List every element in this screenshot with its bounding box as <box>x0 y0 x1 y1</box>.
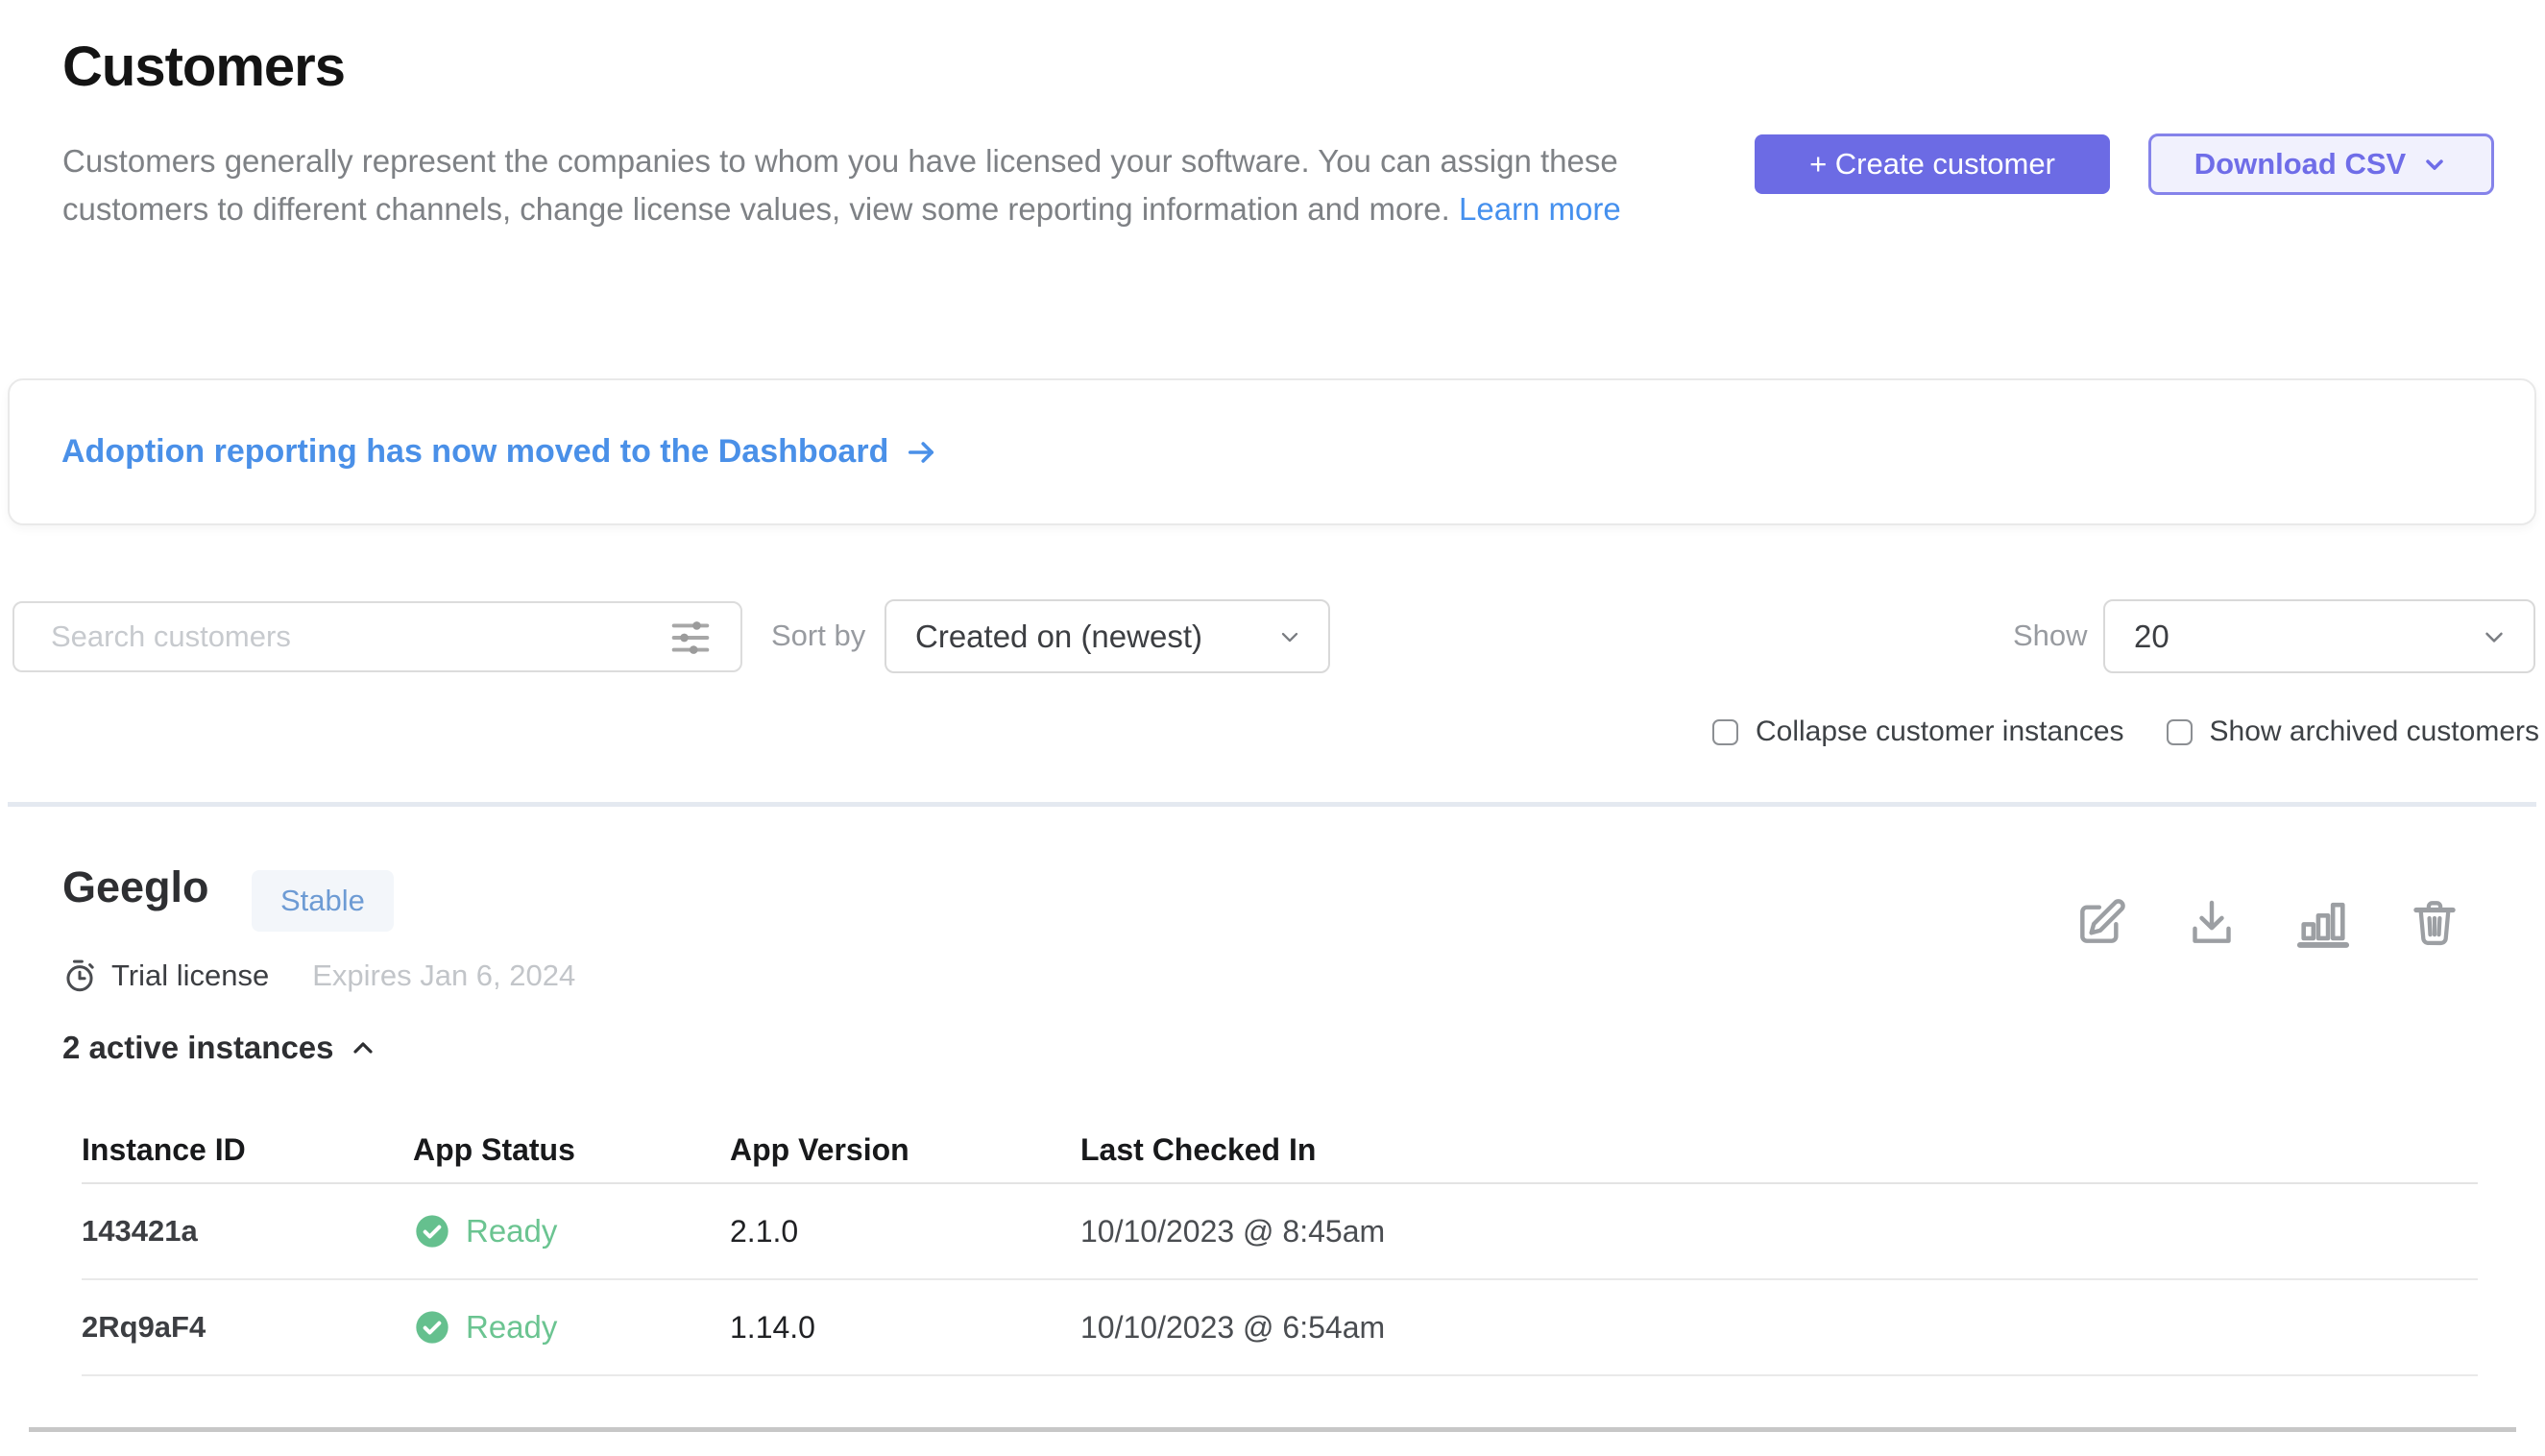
last-checked-in: 10/10/2023 @ 8:45am <box>1080 1214 2478 1250</box>
bar-chart-icon <box>2295 895 2351 951</box>
sort-select-value: Created on (newest) <box>915 619 1202 655</box>
app-version: 1.14.0 <box>730 1310 1080 1346</box>
reporting-button[interactable] <box>2295 895 2351 951</box>
arrow-right-icon <box>904 435 938 470</box>
page-description: Customers generally represent the compan… <box>62 137 1695 233</box>
chevron-down-icon <box>2421 151 2448 178</box>
table-row[interactable]: 2Rq9aF4 Ready 1.14.0 10/10/2023 @ 6:54am <box>82 1280 2478 1376</box>
instances-toggle-label: 2 active instances <box>62 1030 334 1066</box>
delete-customer-button[interactable] <box>2407 895 2462 951</box>
show-label: Show <box>2013 619 2088 653</box>
table-row[interactable]: 143421a Ready 2.1.0 10/10/2023 @ 8:45am <box>82 1184 2478 1280</box>
app-status: Ready <box>413 1308 730 1347</box>
download-customer-button[interactable] <box>2184 895 2240 951</box>
card-divider <box>29 1427 2516 1432</box>
show-archived-label: Show archived customers <box>2210 716 2539 748</box>
chevron-down-icon <box>2480 622 2509 651</box>
collapse-instances-label: Collapse customer instances <box>1756 716 2124 748</box>
check-circle-icon <box>413 1308 451 1347</box>
instance-id: 143421a <box>82 1214 413 1249</box>
col-last-checked-in: Last Checked In <box>1080 1132 2478 1168</box>
list-options-row: Collapse customer instances Show archive… <box>1712 716 2539 748</box>
license-expiry: Expires Jan 6, 2024 <box>312 959 575 993</box>
col-instance-id: Instance ID <box>82 1132 413 1168</box>
download-csv-label: Download CSV <box>2194 147 2406 182</box>
app-status-label: Ready <box>466 1309 557 1346</box>
chevron-down-icon <box>1276 623 1303 650</box>
trash-icon <box>2409 897 2460 949</box>
search-customers-input[interactable] <box>12 601 742 672</box>
show-archived-checkbox-group[interactable]: Show archived customers <box>2167 716 2539 748</box>
chevron-up-icon <box>348 1032 378 1063</box>
customer-name[interactable]: Geeglo <box>62 862 209 912</box>
adoption-banner: Adoption reporting has now moved to the … <box>8 378 2536 525</box>
sort-select[interactable]: Created on (newest) <box>885 599 1330 673</box>
instances-toggle[interactable]: 2 active instances <box>62 1030 378 1066</box>
filter-sliders-icon[interactable] <box>666 613 715 663</box>
show-archived-checkbox[interactable] <box>2167 719 2193 745</box>
search-customers-wrap <box>12 601 742 672</box>
instance-table-header: Instance ID App Status App Version Last … <box>82 1117 2478 1184</box>
app-status-label: Ready <box>466 1213 557 1250</box>
download-csv-button[interactable]: Download CSV <box>2148 133 2494 195</box>
section-divider <box>8 802 2536 807</box>
learn-more-link[interactable]: Learn more <box>1459 191 1621 227</box>
customers-page: Customers Customers generally represent … <box>0 0 2545 1456</box>
customer-actions <box>2072 895 2462 951</box>
create-customer-button[interactable]: + Create customer <box>1755 134 2110 194</box>
stopwatch-icon <box>61 958 98 994</box>
show-select[interactable]: 20 <box>2103 599 2535 673</box>
app-version: 2.1.0 <box>730 1214 1080 1250</box>
last-checked-in: 10/10/2023 @ 6:54am <box>1080 1310 2478 1346</box>
download-icon <box>2185 896 2239 950</box>
sort-by-label: Sort by <box>771 619 865 653</box>
page-description-text: Customers generally represent the compan… <box>62 143 1618 227</box>
license-type: Trial license <box>111 959 269 993</box>
instance-id: 2Rq9aF4 <box>82 1310 413 1345</box>
edit-customer-button[interactable] <box>2072 895 2128 951</box>
app-status: Ready <box>413 1212 730 1250</box>
page-title: Customers <box>62 35 345 99</box>
instance-table: Instance ID App Status App Version Last … <box>82 1117 2478 1376</box>
adoption-banner-text: Adoption reporting has now moved to the … <box>61 433 888 471</box>
collapse-instances-checkbox[interactable] <box>1712 719 1738 745</box>
show-select-value: 20 <box>2134 619 2169 655</box>
check-circle-icon <box>413 1212 451 1250</box>
adoption-banner-link[interactable]: Adoption reporting has now moved to the … <box>61 433 938 471</box>
collapse-instances-checkbox-group[interactable]: Collapse customer instances <box>1712 716 2124 748</box>
edit-icon <box>2073 896 2127 950</box>
license-row: Trial license Expires Jan 6, 2024 <box>61 958 575 994</box>
col-app-status: App Status <box>413 1132 730 1168</box>
col-app-version: App Version <box>730 1132 1080 1168</box>
channel-badge: Stable <box>252 870 394 932</box>
